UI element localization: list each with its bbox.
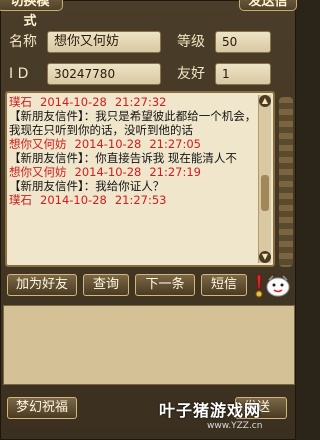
- emoticon-icon[interactable]: [265, 275, 291, 297]
- message-input[interactable]: [3, 305, 295, 385]
- blessing-button[interactable]: 梦幻祝福: [7, 397, 78, 419]
- scroll-up-icon[interactable]: ▲: [259, 95, 271, 107]
- message-meta: 想你又何妨 2014-10-28 21:27:19: [9, 165, 201, 179]
- exclamation-icon[interactable]: [253, 273, 265, 299]
- level-label: 等级: [177, 34, 205, 50]
- name-label: 名称: [9, 34, 37, 50]
- name-field: 想你又何妨: [47, 31, 161, 53]
- scroll-thumb[interactable]: [261, 175, 269, 211]
- level-field: 50: [215, 31, 271, 53]
- add-friend-button[interactable]: 加为好友: [7, 274, 77, 296]
- message-log[interactable]: 璞石 2014-10-28 21:27:32 【新朋友信件】：我只是希望彼此都给一个…: [5, 91, 275, 267]
- sms-button[interactable]: 短信: [201, 274, 247, 296]
- next-message-button[interactable]: 下一条: [135, 274, 195, 296]
- message-meta: 想你又何妨 2014-10-28 21:27:05: [9, 137, 201, 151]
- scroll-down-icon[interactable]: ▼: [259, 251, 271, 263]
- id-label: I D: [9, 66, 29, 82]
- message-scrollbar[interactable]: ▲ ▼: [258, 95, 271, 263]
- friendship-field: 1: [215, 63, 271, 85]
- message-text: 【新朋友信件】：我只是希望彼此都给一个机会，我现在只听到你的话，没听到他的话: [9, 109, 257, 137]
- query-button[interactable]: 查询: [83, 274, 129, 296]
- message-text: 【新朋友信件】：你直接告诉我 现在能清人不: [9, 151, 237, 165]
- watermark-logo: 叶子猪游戏网: [159, 401, 262, 420]
- send-letter-tab[interactable]: 发送信: [239, 0, 297, 11]
- message-meta: 璞石 2014-10-28 21:27:53: [9, 193, 167, 207]
- decorative-rope: [279, 97, 293, 267]
- message-meta: 璞石 2014-10-28 21:27:32: [9, 95, 167, 109]
- message-text: 【新朋友信件】：我给你证人？: [9, 179, 165, 193]
- id-field: 30247780: [47, 63, 161, 85]
- friendship-label: 友好: [177, 66, 205, 82]
- switch-mode-tab[interactable]: 切换模式: [0, 0, 63, 29]
- watermark-url: www.YZZ.cn: [207, 421, 263, 431]
- mail-window: 切换模式 发送信 名称 想你又何妨 等级 50 I D 30247780 友好 …: [0, 0, 297, 440]
